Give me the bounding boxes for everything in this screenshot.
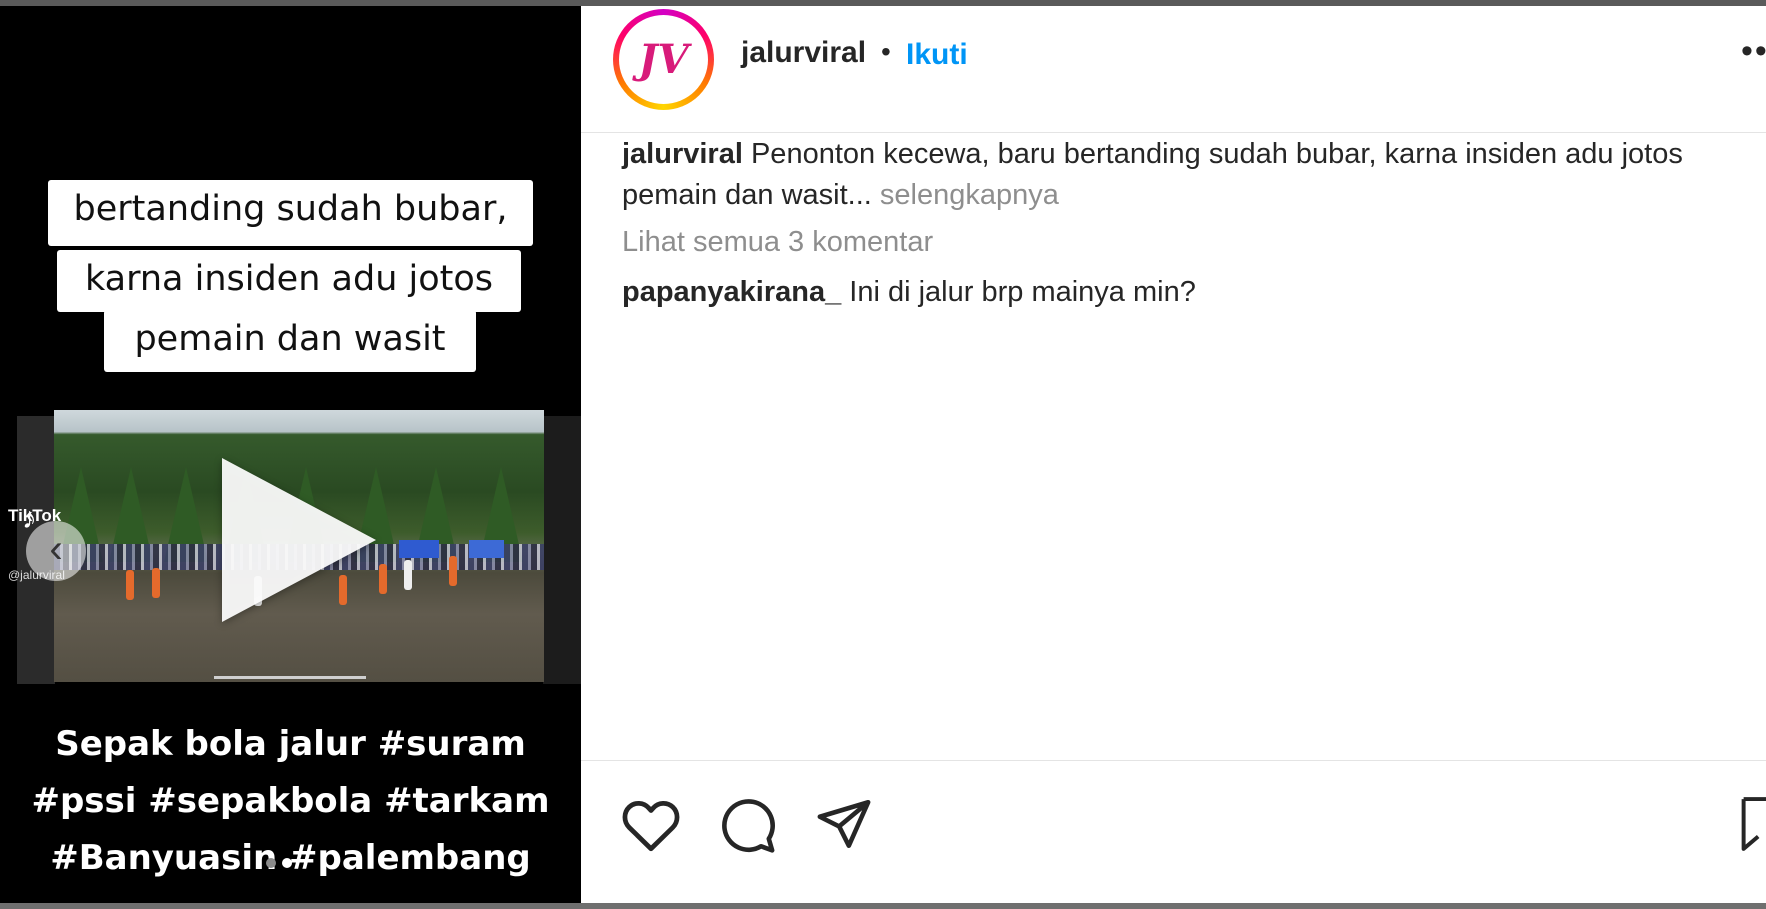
media-panel[interactable]: bertanding sudah bubar, karna insiden ad… [0, 6, 581, 903]
overlay-text-line: pemain dan wasit [104, 310, 476, 372]
caption-username[interactable]: jalurviral [622, 138, 743, 170]
carousel-indicator [266, 855, 298, 873]
comment-icon[interactable] [719, 797, 777, 853]
view-all-comments-link[interactable]: Lihat semua 3 komentar [622, 226, 933, 259]
overlay-text-line: bertanding sudah bubar, [48, 180, 533, 246]
bottom-text-line: Sepak bola jalur #suram [55, 724, 526, 764]
comment-item: papanyakirana_ Ini di jalur brp mainya m… [622, 276, 1196, 309]
carousel-dot-active [282, 858, 292, 868]
more-icon[interactable]: •• [1741, 32, 1766, 71]
header-username[interactable]: jalurviral [741, 36, 866, 70]
overlay-text-line: karna insiden adu jotos [57, 250, 521, 312]
bookmark-icon[interactable] [1741, 797, 1766, 851]
bottom-text-line: #pssi #sepakbola #tarkam [31, 781, 550, 821]
comment-text: Ini di jalur brp mainya min? [849, 276, 1196, 308]
post-caption: jalurviral Penonton kecewa, baru bertand… [622, 134, 1766, 216]
caption-text: Penonton kecewa, baru bertanding sudah b… [750, 138, 1683, 170]
video-progress-bar[interactable] [214, 676, 366, 679]
caption-text-continued: pemain dan wasit... [622, 179, 872, 211]
avatar-image: JV [619, 15, 708, 104]
play-icon[interactable] [222, 458, 376, 622]
chevron-left-icon[interactable]: ‹ [26, 521, 86, 581]
heart-icon[interactable] [621, 797, 681, 853]
post-actions [581, 760, 1766, 898]
share-icon[interactable] [815, 797, 873, 851]
carousel-dot [266, 858, 276, 868]
avatar[interactable]: JV [613, 9, 714, 110]
video-edge [543, 416, 581, 684]
jalurviral-logo-icon: JV [638, 36, 689, 83]
post-header: JV jalurviral • Ikuti •• [581, 6, 1766, 133]
follow-button[interactable]: Ikuti [906, 38, 968, 72]
header-separator: • [881, 36, 891, 67]
comment-username[interactable]: papanyakirana_ [622, 276, 841, 308]
read-more-link[interactable]: selengkapnya [880, 179, 1059, 211]
